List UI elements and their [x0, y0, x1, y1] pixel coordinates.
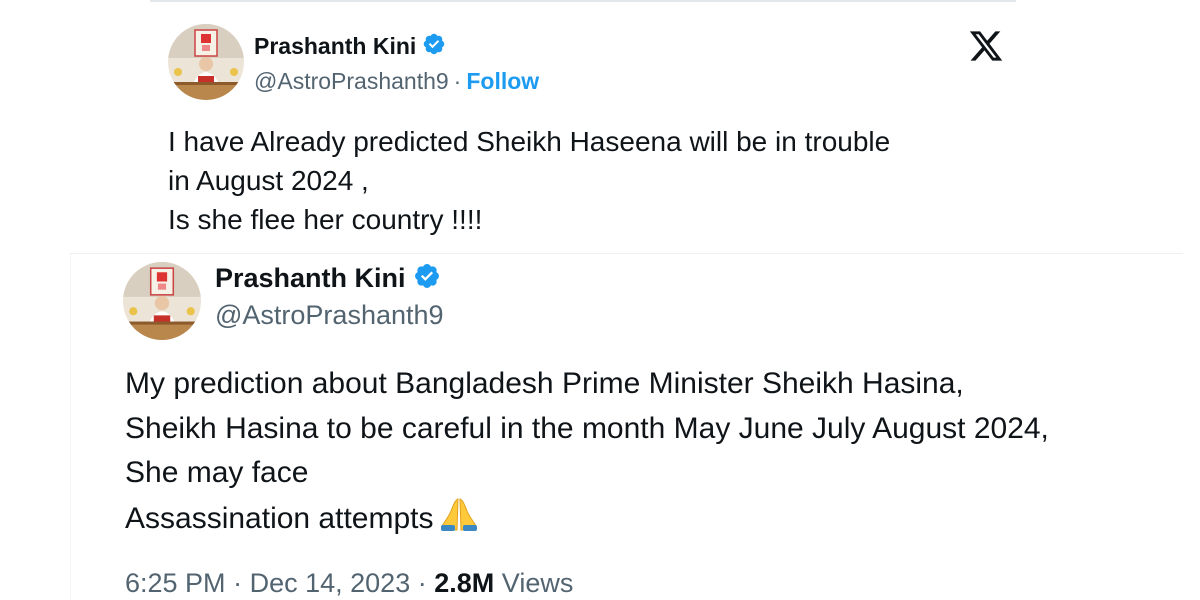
avatar[interactable] — [168, 24, 244, 100]
tweet-text-line: Is she flee her country !!!! — [168, 204, 483, 235]
separator-dot: · — [453, 68, 462, 94]
author-handle[interactable]: @AstroPrashanth9 — [254, 68, 449, 95]
tweet-text-line: in August 2024 , — [168, 165, 369, 196]
tweet-text-line: Assassination attempts — [125, 501, 434, 535]
profile-avatar — [168, 24, 244, 100]
author-name[interactable]: Prashanth Kini — [254, 33, 416, 60]
screenshot-composite: Prashanth Kini @AstroPrashanth9 · Follow… — [0, 0, 1200, 600]
tweet-date[interactable]: Dec 14, 2023 — [250, 568, 411, 598]
author-row: Prashanth Kini — [254, 32, 446, 61]
verified-badge-icon — [413, 262, 441, 295]
separator-dot: · — [233, 568, 243, 598]
author-name[interactable]: Prashanth Kini — [215, 263, 406, 294]
follow-button[interactable]: Follow — [466, 68, 539, 95]
tweet-meta: 6:25 PM · Dec 14, 2023 · 2.8M Views — [125, 568, 573, 599]
author-handle[interactable]: @AstroPrashanth9 — [215, 300, 444, 331]
tweet-text-line: I have Already predicted Sheikh Haseena … — [168, 126, 891, 157]
tweet-text-line: My prediction about Bangladesh Prime Min… — [125, 367, 964, 400]
tweet-text: I have Already predicted Sheikh Haseena … — [168, 122, 1008, 239]
tweet-text-line-with-emoji: Assassination attempts — [125, 496, 1175, 546]
profile-avatar — [123, 262, 201, 340]
handle-row: @AstroPrashanth9 · Follow — [254, 68, 539, 95]
x-logo-icon[interactable] — [968, 28, 1004, 64]
tweet-text-line: She may face — [125, 456, 309, 489]
tweet-time[interactable]: 6:25 PM — [125, 568, 226, 598]
verified-badge-icon — [422, 32, 446, 61]
views-label: Views — [501, 568, 574, 598]
avatar[interactable] — [123, 262, 201, 340]
tweet-card-bottom: Prashanth Kini @AstroPrashanth9 My predi… — [70, 253, 1183, 600]
views-count[interactable]: 2.8M — [434, 568, 494, 598]
tweet-text-line: Sheikh Hasina to be careful in the month… — [125, 411, 1049, 445]
tweet-text: My prediction about Bangladesh Prime Min… — [125, 362, 1175, 545]
separator-dot: · — [417, 568, 427, 598]
folded-hands-icon — [439, 496, 479, 546]
author-row: Prashanth Kini — [215, 262, 441, 295]
tweet-card-top: Prashanth Kini @AstroPrashanth9 · Follow… — [150, 0, 1016, 254]
